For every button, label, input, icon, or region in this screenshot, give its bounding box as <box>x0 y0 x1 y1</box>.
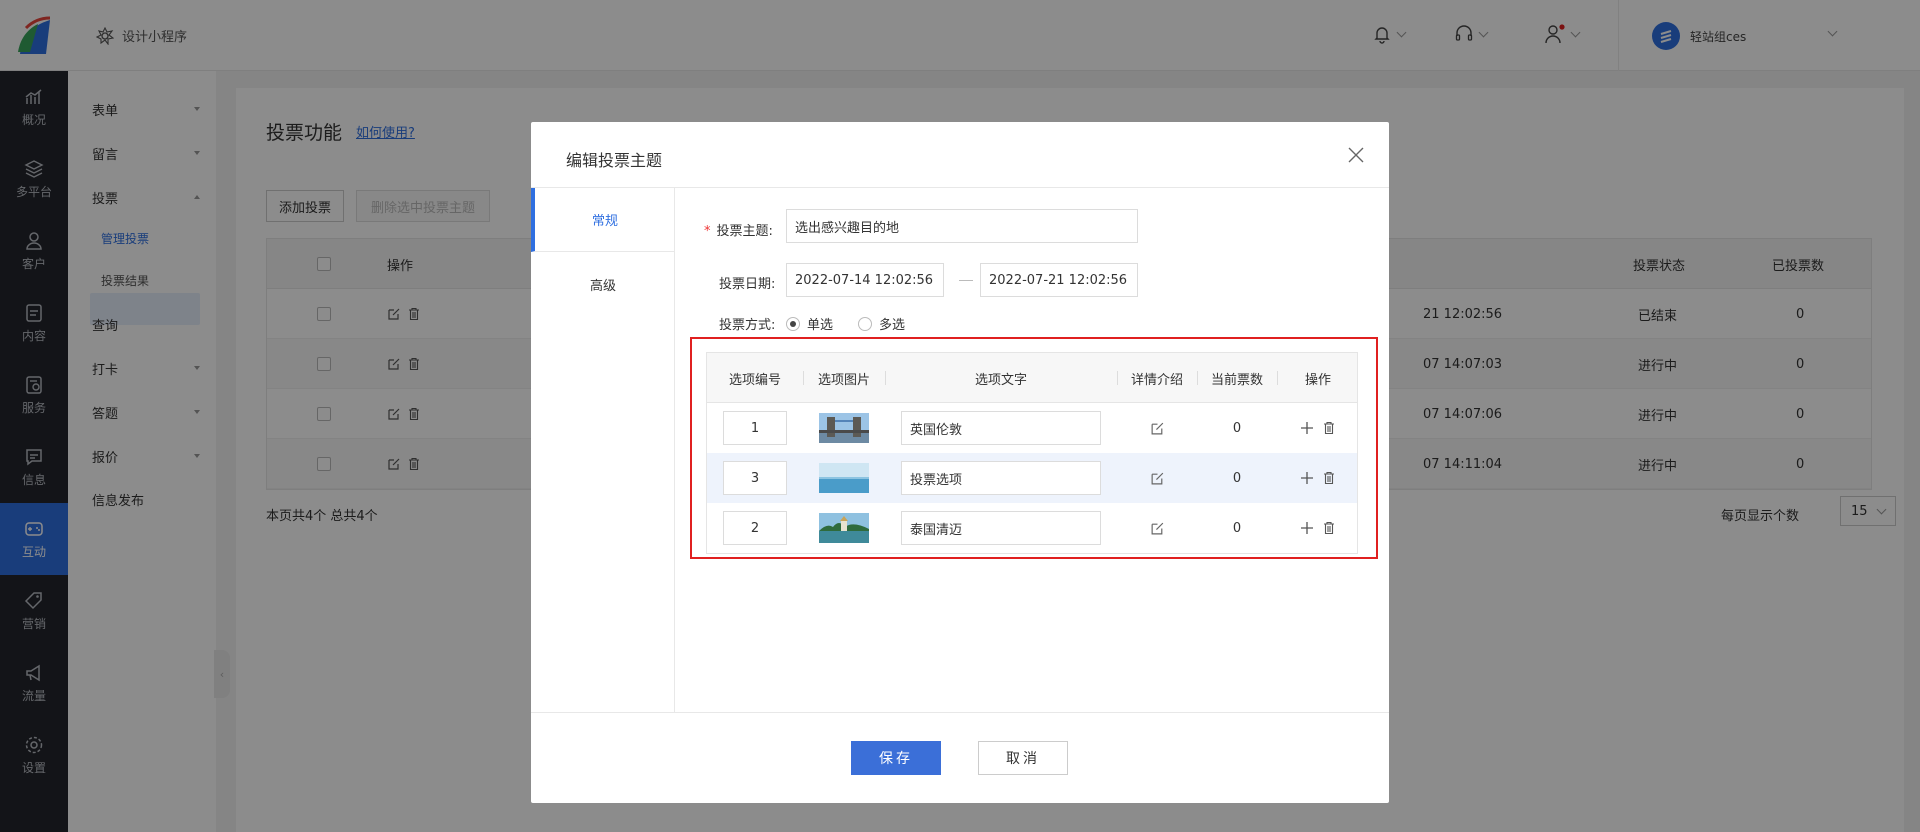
trash-icon[interactable] <box>1322 471 1336 485</box>
dialog-header: 编辑投票主题 <box>531 122 1389 188</box>
add-icon[interactable] <box>1300 471 1314 485</box>
topic-input[interactable]: 选出感兴趣目的地 <box>786 209 1138 243</box>
col-option-image: 选项图片 <box>817 372 870 388</box>
option-row: 1 英国伦敦 0 <box>707 403 1357 453</box>
option-votes: 0 <box>1232 520 1242 536</box>
radio-single[interactable]: 单选 <box>786 314 833 333</box>
option-image-london[interactable] <box>819 413 869 443</box>
option-votes: 0 <box>1232 470 1242 486</box>
col-option-text: 选项文字 <box>974 372 1027 388</box>
option-text-input[interactable]: 投票选项 <box>901 461 1101 495</box>
save-button[interactable]: 保存 <box>851 741 941 775</box>
options-table: 选项编号 选项图片 选项文字 详情介绍 当前票数 操作 1 英国伦敦 0 3 投… <box>706 352 1358 554</box>
dialog-footer: 保存 取消 <box>531 712 1389 803</box>
end-date-input[interactable]: 2022-07-21 12:02:56 <box>980 263 1138 297</box>
option-row: 3 投票选项 0 <box>707 453 1357 503</box>
option-text-input[interactable]: 泰国清迈 <box>901 511 1101 545</box>
cancel-button[interactable]: 取消 <box>978 741 1068 775</box>
radio-multi[interactable]: 多选 <box>858 314 905 333</box>
option-text-input[interactable]: 英国伦敦 <box>901 411 1101 445</box>
start-date-input[interactable]: 2022-07-14 12:02:56 <box>786 263 944 297</box>
trash-icon[interactable] <box>1322 421 1336 435</box>
option-number-input[interactable]: 3 <box>723 461 787 495</box>
option-image-chiangmai[interactable] <box>819 513 869 543</box>
edit-detail-icon[interactable] <box>1150 471 1165 486</box>
tab-advanced[interactable]: 高级 <box>531 252 675 316</box>
radio-multi-label: 多选 <box>879 318 906 333</box>
options-table-header: 选项编号 选项图片 选项文字 详情介绍 当前票数 操作 <box>707 353 1357 403</box>
col-detail: 详情介绍 <box>1130 372 1183 388</box>
dialog-title: 编辑投票主题 <box>566 151 663 170</box>
option-image-sea[interactable] <box>819 463 869 493</box>
option-number-input[interactable]: 1 <box>723 411 787 445</box>
col-actions: 操作 <box>1304 372 1331 388</box>
tab-general[interactable]: 常规 <box>531 188 675 252</box>
edit-detail-icon[interactable] <box>1150 421 1165 436</box>
radio-dot <box>786 316 800 331</box>
topic-label-text: 投票主题: <box>716 224 773 239</box>
edit-detail-icon[interactable] <box>1150 521 1165 536</box>
date-separator <box>959 280 973 281</box>
topic-label: * 投票主题: <box>704 220 773 239</box>
add-icon[interactable] <box>1300 421 1314 435</box>
trash-icon[interactable] <box>1322 521 1336 535</box>
col-votes: 当前票数 <box>1210 372 1263 388</box>
col-option-number: 选项编号 <box>728 372 781 388</box>
date-label: 投票日期: <box>719 277 776 292</box>
close-icon[interactable] <box>1345 144 1367 166</box>
mode-label: 投票方式: <box>719 318 776 333</box>
option-row: 2 泰国清迈 0 <box>707 503 1357 553</box>
radio-single-label: 单选 <box>807 318 834 333</box>
add-icon[interactable] <box>1300 521 1314 535</box>
option-votes: 0 <box>1232 420 1242 436</box>
option-number-input[interactable]: 2 <box>723 511 787 545</box>
dialog-tabs: 常规 高级 <box>531 188 675 712</box>
radio-dot <box>858 316 872 331</box>
required-asterisk: * <box>704 224 711 239</box>
